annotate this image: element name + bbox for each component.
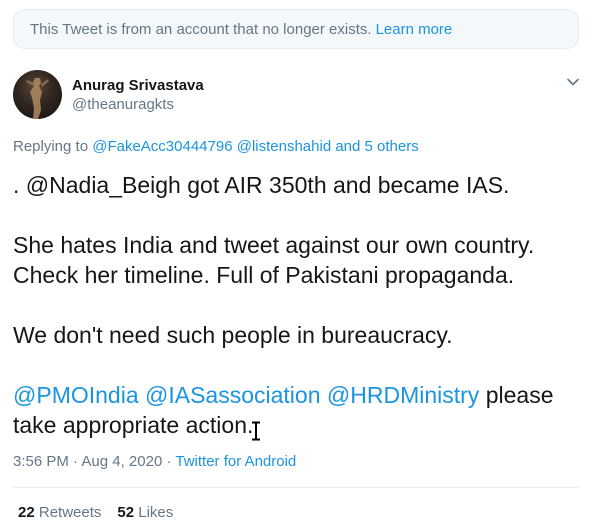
tweet-meta: 3:56 PM · Aug 4, 2020 · Twitter for Andr…	[13, 453, 296, 470]
tweet-line-2: She hates India and tweet against our ow…	[13, 232, 535, 288]
author-name[interactable]: Anurag Srivastava	[72, 77, 204, 95]
retweets-stat[interactable]: 22 Retweets	[18, 504, 101, 521]
replying-prefix: Replying to	[13, 138, 89, 155]
avatar[interactable]	[13, 70, 62, 119]
mention-hrdministry[interactable]: @HRDMinistry	[327, 382, 479, 408]
divider	[13, 487, 579, 488]
chevron-down-icon[interactable]	[565, 74, 581, 90]
tweet-time[interactable]: 3:56 PM	[13, 453, 69, 470]
retweets-label: Retweets	[38, 504, 102, 521]
author-block: Anurag Srivastava @theanuragkts	[72, 77, 204, 115]
reply-mention-fakeacc[interactable]: @FakeAcc30444796	[92, 138, 232, 155]
text-cursor-icon	[252, 421, 260, 441]
tweet-date[interactable]: Aug 4, 2020	[81, 453, 162, 470]
mention-iasassociation[interactable]: @IASassociation	[145, 382, 321, 408]
notice-text: This Tweet is from an account that no lo…	[30, 20, 372, 38]
learn-more-link[interactable]: Learn more	[376, 21, 453, 38]
reply-mention-listenshahid[interactable]: @listenshahid	[237, 138, 331, 155]
reply-others-link[interactable]: and 5 others	[335, 138, 418, 155]
likes-label: Likes	[138, 504, 174, 521]
mention-pmoindia[interactable]: @PMOIndia	[13, 382, 139, 408]
tweet-line-1: . @Nadia_Beigh got AIR 350th and became …	[13, 172, 510, 198]
author-handle[interactable]: @theanuragkts	[72, 95, 204, 115]
meta-separator-2: ·	[166, 453, 172, 470]
replying-to: Replying to @FakeAcc30444796 @listenshah…	[13, 138, 419, 155]
likes-count: 52	[117, 504, 135, 521]
tweet-line-4: @PMOIndia @IASassociation @HRDMinistry p…	[13, 380, 573, 440]
deleted-account-notice: This Tweet is from an account that no lo…	[13, 9, 579, 49]
tweet-text: . @Nadia_Beigh got AIR 350th and became …	[13, 170, 573, 440]
retweets-count: 22	[18, 504, 35, 521]
likes-stat[interactable]: 52 Likes	[117, 504, 173, 521]
avatar-figure-icon	[26, 78, 49, 119]
tweet-stats: 22 Retweets 52 Likes	[18, 504, 173, 521]
meta-separator: ·	[73, 453, 79, 470]
tweet-source-link[interactable]: Twitter for Android	[175, 453, 296, 470]
tweet-line-3: We don't need such people in bureaucracy…	[13, 322, 453, 348]
